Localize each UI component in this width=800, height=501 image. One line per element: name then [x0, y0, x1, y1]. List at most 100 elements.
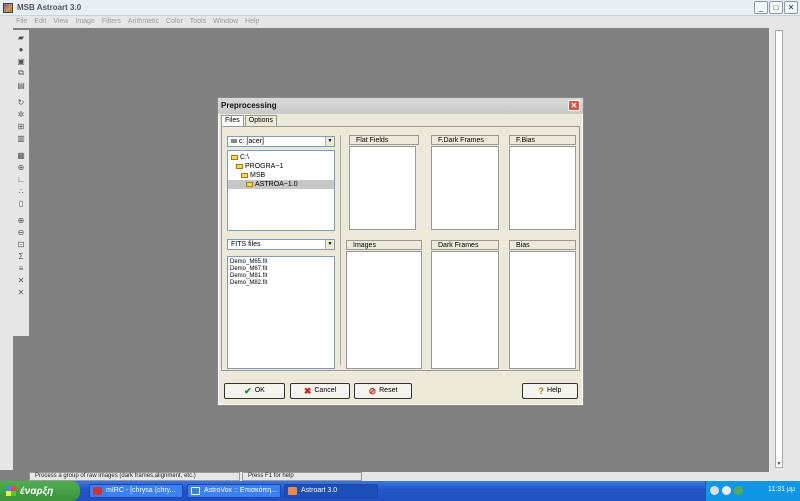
no-entry-icon: ⊘	[368, 386, 377, 396]
menu-view[interactable]: View	[53, 16, 68, 28]
menu-filters[interactable]: Filters	[102, 16, 121, 28]
f-dark-frames-header: F.Dark Frames	[431, 135, 499, 145]
task-mirc[interactable]: mIRC - [chrysa (chry...	[89, 484, 183, 498]
expand-icon[interactable]: ✕	[15, 275, 27, 285]
sum-icon[interactable]: Σ	[15, 251, 27, 261]
directory-label: MSB	[250, 172, 266, 179]
layers-icon[interactable]: ▦	[15, 150, 27, 160]
images-header: Images	[346, 240, 422, 250]
directory-label: PROGRA~1	[245, 163, 284, 170]
chevron-down-icon[interactable]: ▼	[325, 240, 334, 249]
directory-item[interactable]: ASTROA~1.0	[228, 180, 334, 189]
zoom-icon[interactable]: ⊕	[15, 162, 27, 172]
maximize-button[interactable]: □	[769, 1, 783, 14]
file-type-value: FITS files	[231, 241, 261, 248]
menu-file[interactable]: File	[16, 16, 27, 28]
menu-window[interactable]: Window	[213, 16, 238, 28]
scroll-down-icon[interactable]: ▼	[776, 461, 782, 467]
cancel-button[interactable]: ✖ Cancel	[290, 383, 350, 399]
files-tab-panel: c: [acer] ▼ C:\ PROGRA~1 MSB ASTROA~1.0 FIT…	[221, 126, 580, 371]
zoom-in-icon[interactable]: ⊕	[15, 215, 27, 225]
bias-list[interactable]	[509, 251, 576, 369]
menu-edit[interactable]: Edit	[34, 16, 46, 28]
help-label: Help	[547, 387, 562, 394]
open-folder-icon[interactable]: ●	[15, 44, 27, 54]
directory-label: ASTROA~1.0	[255, 181, 298, 188]
start-label: έναρξη	[20, 485, 54, 497]
volume-icon[interactable]	[722, 486, 731, 495]
directory-item[interactable]: PROGRA~1	[228, 162, 334, 171]
rotate-icon[interactable]: ↻	[15, 97, 27, 107]
task-astroart-label: Astroart 3.0	[301, 487, 338, 494]
task-astrovox[interactable]: AstroVox :: Επισκόπη...	[187, 484, 281, 498]
security-icon[interactable]	[734, 486, 743, 495]
align-icon[interactable]: ≡	[15, 263, 27, 273]
task-astroart[interactable]: Astroart 3.0	[284, 484, 378, 498]
points-icon[interactable]: ∴	[15, 186, 27, 196]
network-icon[interactable]	[710, 486, 719, 495]
paste-icon[interactable]: ▤	[15, 80, 27, 90]
directory-item[interactable]: MSB	[228, 171, 334, 180]
flat-fields-list[interactable]	[349, 146, 416, 230]
star-icon[interactable]: ✲	[15, 109, 27, 119]
dialog-title: Preprocessing	[221, 101, 277, 110]
file-item[interactable]: Demo_M67.fit	[228, 266, 334, 273]
folder-icon	[241, 172, 248, 178]
fit-icon[interactable]: ⊡	[15, 239, 27, 249]
menu-tools[interactable]: Tools	[190, 16, 206, 28]
drive-icon	[231, 139, 237, 144]
astroart-icon	[288, 487, 297, 495]
dialog-titlebar: Preprocessing ✕	[218, 98, 583, 114]
zoom-out-icon[interactable]: ⊖	[15, 227, 27, 237]
file-item[interactable]: Demo_M81.fit	[228, 273, 334, 280]
browser-icon	[191, 487, 200, 495]
window-title: MSB Astroart 3.0	[17, 3, 82, 12]
left-frame	[0, 28, 13, 470]
x-icon: ✖	[303, 386, 312, 396]
taskbar: έναρξη mIRC - [chrysa (chry... AstroVox …	[0, 481, 800, 501]
menu-help[interactable]: Help	[245, 16, 259, 28]
file-item[interactable]: Demo_M82.fit	[228, 280, 334, 287]
menu-color[interactable]: Color	[166, 16, 183, 28]
minimize-button[interactable]: _	[754, 1, 768, 14]
folder-icon	[246, 181, 253, 187]
frame-icon[interactable]: ⊞	[15, 121, 27, 131]
drive-select[interactable]: c: [acer] ▼	[227, 136, 335, 147]
tab-options[interactable]: Options	[244, 115, 277, 126]
f-dark-frames-list[interactable]	[431, 146, 499, 230]
dark-frames-header: Dark Frames	[431, 240, 499, 250]
close-button[interactable]: ✕	[784, 1, 798, 14]
save-icon[interactable]: ▣	[15, 56, 27, 66]
reset-button[interactable]: ⊘ Reset	[354, 383, 412, 399]
dialog-close-button[interactable]: ✕	[568, 100, 580, 111]
app-icon	[3, 3, 13, 13]
shrink-icon[interactable]: ✕	[15, 287, 27, 297]
f-bias-list[interactable]	[509, 146, 576, 230]
start-button[interactable]: έναρξη	[0, 481, 80, 501]
file-item[interactable]: Demo_M65.fit	[228, 259, 334, 266]
directory-item[interactable]: C:\	[228, 153, 334, 162]
flat-fields-header: Flat Fields	[349, 135, 419, 145]
trash-icon[interactable]: ▯	[15, 198, 27, 208]
directory-label: C:\	[240, 154, 249, 161]
images-list[interactable]	[346, 251, 422, 369]
directory-list[interactable]: C:\ PROGRA~1 MSB ASTROA~1.0	[227, 150, 335, 231]
vertical-scrollbar[interactable]: ▼	[775, 30, 783, 468]
ok-label: OK	[254, 387, 265, 394]
ok-button[interactable]: ✔ OK	[224, 383, 285, 399]
help-button[interactable]: ? Help	[522, 383, 578, 399]
graph-icon[interactable]: ∟	[15, 174, 27, 184]
status-help: Press F1 for help	[242, 472, 362, 481]
dark-frames-list[interactable]	[431, 251, 499, 369]
right-frame	[769, 28, 800, 472]
menu-arithmetic[interactable]: Arithmetic	[128, 16, 159, 28]
copy-icon[interactable]: ⧉	[15, 68, 27, 78]
bias-header: Bias	[509, 240, 576, 250]
menu-image[interactable]: Image	[75, 16, 94, 28]
scroll-thumb[interactable]	[776, 31, 782, 461]
file-list[interactable]: Demo_M65.fit Demo_M67.fit Demo_M81.fit Demo…	[227, 256, 335, 369]
columns-icon[interactable]: ▥	[15, 133, 27, 143]
chevron-down-icon[interactable]: ▼	[325, 137, 334, 146]
open-icon[interactable]: ▰	[15, 32, 27, 42]
file-type-select[interactable]: FITS files ▼	[227, 239, 335, 250]
